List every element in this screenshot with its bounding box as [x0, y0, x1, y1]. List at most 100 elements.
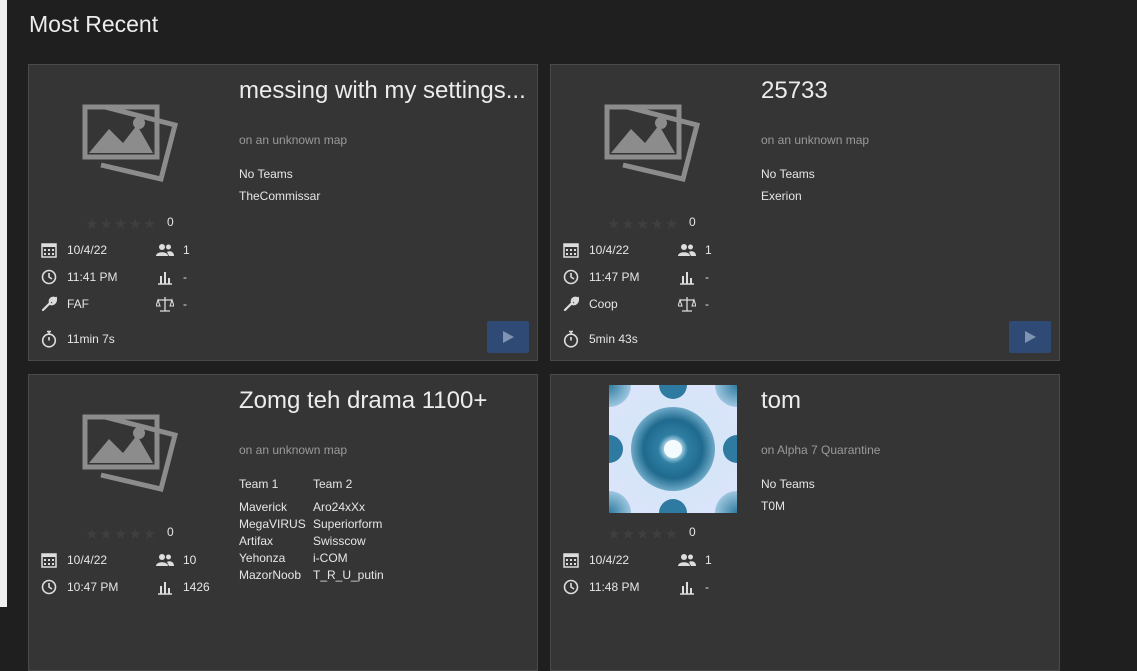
players-meta: 1 — [677, 241, 712, 259]
map-preview-image — [609, 385, 737, 513]
team-1-column: Team 1 Maverick MegaVIRUS Artifax Yehonz… — [239, 473, 313, 584]
clock-icon — [561, 578, 581, 596]
mod-value: FAF — [67, 297, 90, 311]
map-placeholder-icon — [82, 104, 179, 182]
players-icon — [155, 241, 175, 259]
calendar-icon — [561, 241, 581, 259]
rating-count: 0 — [689, 215, 696, 229]
replay-card[interactable]: Zomg teh drama 1100+ on an unknown map T… — [28, 374, 538, 671]
player-name: T0M — [761, 499, 785, 513]
play-button[interactable] — [1009, 321, 1051, 353]
player-name: Yehonza — [239, 551, 286, 565]
wrench-icon — [39, 295, 59, 313]
duration-meta: 5min 43s — [561, 330, 638, 348]
balance-meta: - — [155, 295, 187, 313]
time-value: 11:48 PM — [589, 580, 640, 594]
left-panel-edge — [0, 0, 7, 607]
rating-stat-value: - — [705, 270, 709, 284]
time-meta: 11:48 PM — [561, 578, 639, 596]
rating-stat-value: - — [705, 580, 709, 594]
date-value: 10/4/22 — [67, 243, 108, 257]
player-name: MazorNoob — [239, 568, 302, 582]
date-value: 10/4/22 — [67, 553, 108, 567]
players-meta: 1 — [155, 241, 190, 259]
map-name: on an unknown map — [761, 133, 870, 147]
rating-stat-meta: - — [677, 578, 709, 596]
team-list: No Teams TheCommissar — [239, 163, 320, 207]
map-name: on an unknown map — [239, 443, 348, 457]
date-value: 10/4/22 — [589, 553, 630, 567]
balance-value: - — [183, 297, 187, 311]
players-icon — [677, 241, 697, 259]
time-value: 11:47 PM — [589, 270, 640, 284]
player-count: 1 — [705, 243, 712, 257]
replay-title: tom — [761, 387, 802, 414]
play-button[interactable] — [487, 321, 529, 353]
duration-meta: 11min 7s — [39, 330, 115, 348]
balance-scale-icon — [677, 295, 697, 313]
date-value: 10/4/22 — [589, 243, 630, 257]
player-name: i-COM — [313, 551, 348, 565]
rating-stat-meta: 1426 — [155, 578, 210, 596]
player-name: Exerion — [761, 189, 802, 203]
calendar-icon — [39, 241, 59, 259]
play-icon — [1025, 331, 1036, 343]
clock-icon — [561, 268, 581, 286]
date-meta: 10/4/22 — [39, 551, 107, 569]
replay-title: 25733 — [761, 77, 828, 104]
rating-stat-value: - — [183, 270, 187, 284]
team-mode: No Teams — [761, 167, 815, 181]
date-meta: 10/4/22 — [561, 551, 629, 569]
balance-value: - — [705, 297, 709, 311]
calendar-icon — [39, 551, 59, 569]
rating-stars: ★ ★ ★ ★ ★ — [607, 216, 679, 233]
rating-count: 0 — [689, 525, 696, 539]
map-placeholder-icon — [604, 104, 701, 182]
player-count: 1 — [183, 243, 190, 257]
map-name: on an unknown map — [239, 133, 348, 147]
replay-card[interactable]: 25733 on an unknown map No Teams Exerion… — [550, 64, 1060, 361]
time-value: 11:41 PM — [67, 270, 118, 284]
date-meta: 10/4/22 — [39, 241, 107, 259]
rating-stars: ★ ★ ★ ★ ★ — [607, 526, 679, 543]
replay-card[interactable]: tom on Alpha 7 Quarantine No Teams T0M ★… — [550, 374, 1060, 671]
player-name: MegaVIRUS — [239, 517, 306, 531]
balance-meta: - — [677, 295, 709, 313]
replay-card[interactable]: messing with my settings... on an unknow… — [28, 64, 538, 361]
rating-chart-icon — [155, 578, 175, 596]
team-2-column: Team 2 Aro24xXx Superiorform Swisscow i-… — [313, 473, 387, 584]
balance-scale-icon — [155, 295, 175, 313]
time-meta: 11:47 PM — [561, 268, 639, 286]
players-meta: 10 — [155, 551, 196, 569]
player-name: Superiorform — [313, 517, 383, 531]
map-name: on Alpha 7 Quarantine — [761, 443, 881, 457]
time-meta: 10:47 PM — [39, 578, 118, 596]
rating-stat-meta: - — [155, 268, 187, 286]
player-name: Aro24xXx — [313, 500, 366, 514]
time-meta: 11:41 PM — [39, 268, 117, 286]
mod-meta: Coop — [561, 295, 618, 313]
clock-icon — [39, 578, 59, 596]
rating-chart-icon — [155, 268, 175, 286]
rating-chart-icon — [677, 268, 697, 286]
player-name: Maverick — [239, 500, 288, 514]
rating-chart-icon — [677, 578, 697, 596]
clock-icon — [39, 268, 59, 286]
rating-stars: ★ ★ ★ ★ ★ — [85, 526, 157, 543]
team-1-label: Team 1 — [239, 477, 279, 491]
calendar-icon — [561, 551, 581, 569]
map-placeholder-icon — [82, 414, 179, 492]
stopwatch-icon — [39, 330, 59, 348]
team-mode: No Teams — [761, 477, 815, 491]
player-name: T_R_U_putin — [313, 568, 384, 582]
rating-stars: ★ ★ ★ ★ ★ — [85, 216, 157, 233]
players-icon — [677, 551, 697, 569]
team-mode: No Teams — [239, 167, 293, 181]
player-name: TheCommissar — [239, 189, 321, 203]
wrench-icon — [561, 295, 581, 313]
player-name: Artifax — [239, 534, 274, 548]
rating-stat-meta: - — [677, 268, 709, 286]
players-meta: 1 — [677, 551, 712, 569]
team-list: No Teams T0M — [761, 473, 815, 517]
replay-title: Zomg teh drama 1100+ — [239, 387, 488, 414]
